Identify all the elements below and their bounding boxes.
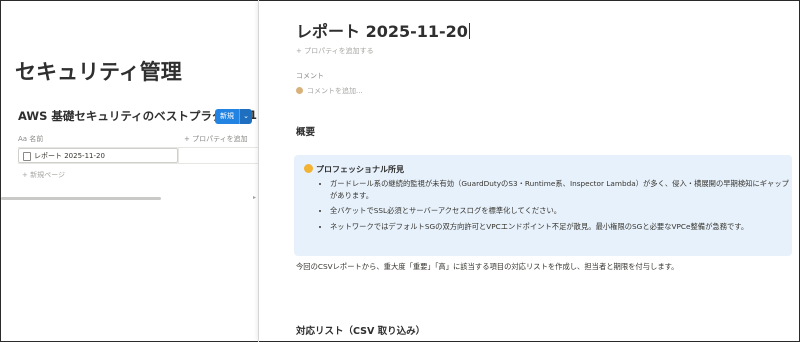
database-page: セキュリティ管理 AWS 基礎セキュリティのベストプラクテ 1. 新規 ⌄ Aa… [1,1,259,341]
add-property-header[interactable]: + プロパティを追加 [184,134,248,144]
column-name-header[interactable]: Aa 名前 [18,134,43,144]
horizontal-scrollbar[interactable] [1,197,161,200]
page-icon [23,152,31,161]
table-header: Aa 名前 + プロパティを追加 [18,132,259,148]
callout-title: プロフェッショナル所見 [304,164,404,175]
new-button[interactable]: 新規 ⌄ [215,109,252,124]
callout-list: ガードレール系の継続的監視が未有効（GuardDutyのS3・Runtime系、… [320,178,790,236]
list-heading: 対応リスト（CSV 取り込み） [296,326,426,337]
divider [18,163,259,164]
avatar [296,87,303,94]
peek-page-title[interactable]: レポート 2025-11-20 [296,18,470,42]
page-peek-panel: レポート 2025-11-20 + プロパティを追加する コメント コメントを追… [259,1,799,341]
body-paragraph: 今回のCSVレポートから、重大度「重要」「高」に該当する項目の対応リストを作成し… [296,262,679,271]
person-emoji-icon [304,164,313,173]
row-title[interactable]: レポート 2025-11-20 [34,151,105,161]
add-property-button[interactable]: + プロパティを追加する [296,46,374,56]
comment-input[interactable]: コメントを追加... [296,86,363,96]
peek-title-text[interactable]: レポート 2025-11-20 [296,22,468,41]
list-item: 全バケットでSSL必須とサーバーアクセスログを標準化してください。 [330,205,790,217]
database-title[interactable]: AWS 基礎セキュリティのベストプラクテ [18,108,235,124]
list-item: ネットワークではデフォルトSGの双方向許可とVPCエンドポイント不足が散見。最小… [330,221,790,233]
comment-label: コメント [296,72,324,80]
table-row[interactable]: レポート 2025-11-20 [18,148,178,163]
callout-title-text: プロフェッショナル所見 [316,165,404,174]
text-caret [468,23,470,39]
list-item: ガードレール系の継続的監視が未有効（GuardDutyのS3・Runtime系、… [330,178,790,201]
comment-placeholder[interactable]: コメントを追加... [307,87,363,95]
scroll-right-icon[interactable]: ▸ [253,194,256,201]
new-button-label[interactable]: 新規 [215,109,239,124]
callout-block: プロフェッショナル所見 ガードレール系の継続的監視が未有効（GuardDutyの… [294,155,792,256]
chevron-down-icon[interactable]: ⌄ [239,109,252,124]
cell-divider [178,148,179,163]
overview-heading: 概要 [296,127,316,138]
new-page-button[interactable]: + 新規ページ [22,170,65,180]
page-title: セキュリティ管理 [15,60,182,84]
